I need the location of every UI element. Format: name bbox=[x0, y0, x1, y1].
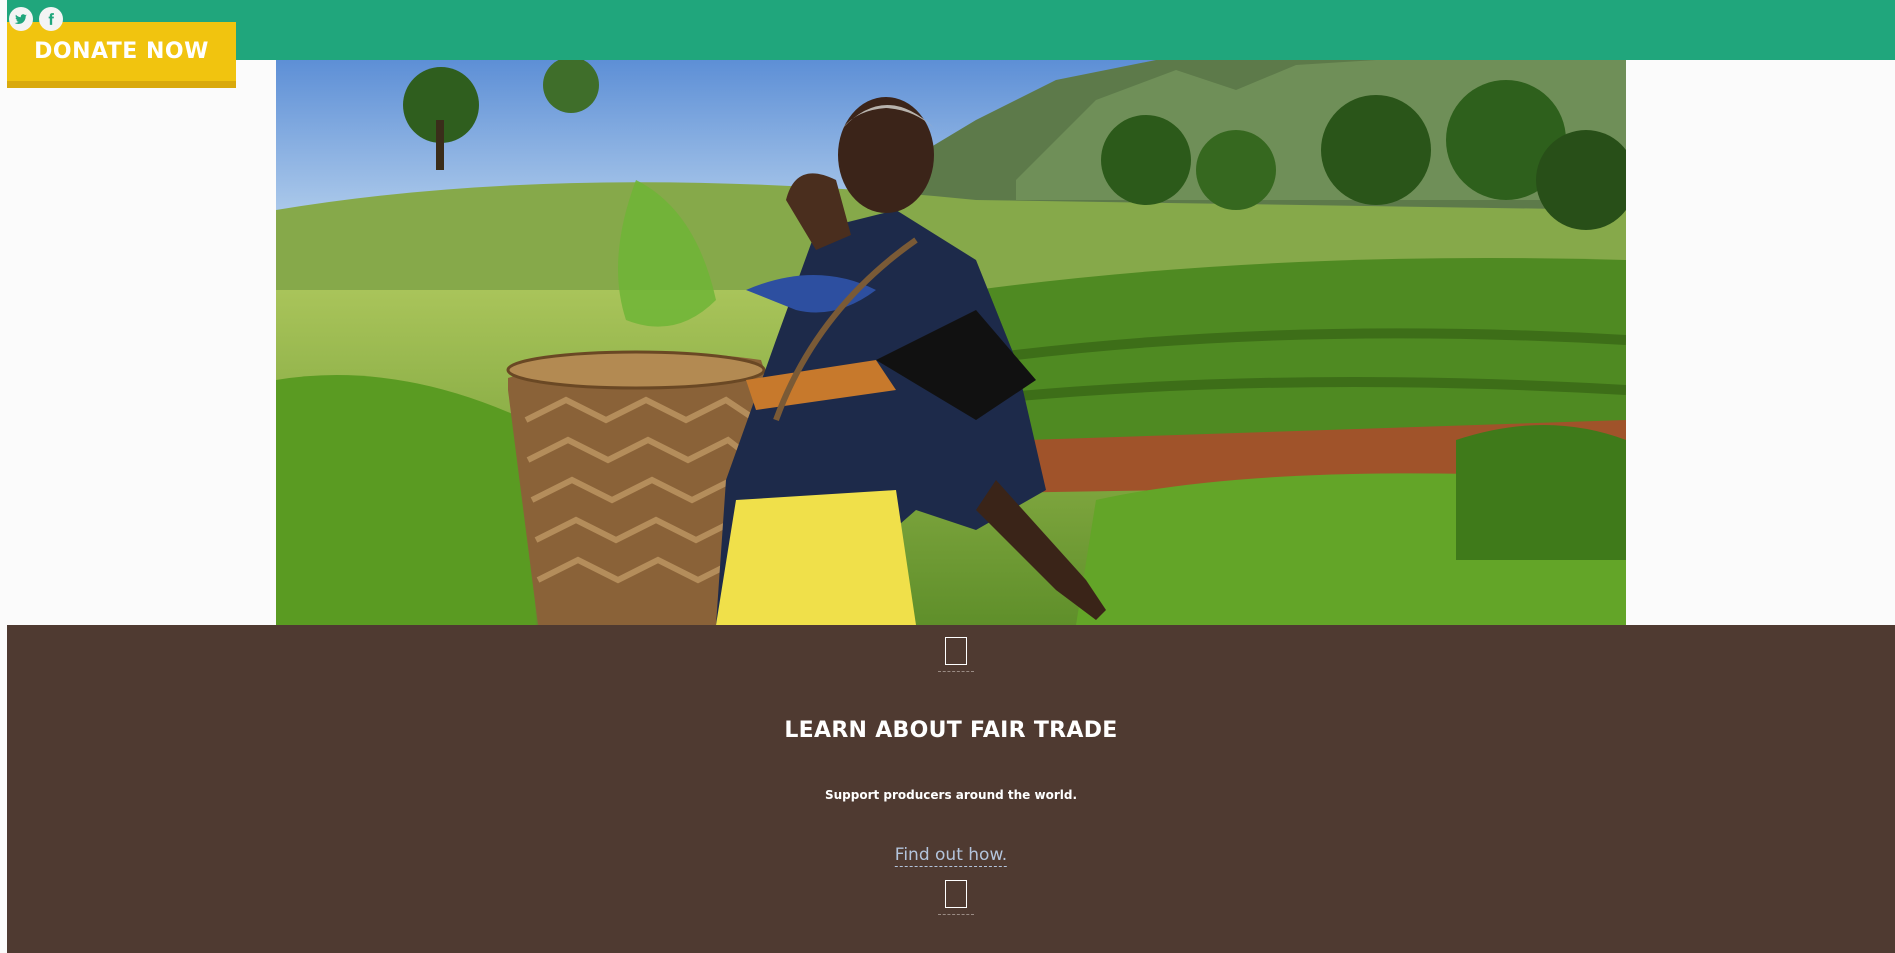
twitter-icon[interactable] bbox=[9, 7, 33, 31]
donate-now-button[interactable]: DONATE NOW bbox=[7, 22, 236, 88]
fair-trade-promo-section: LEARN ABOUT FAIR TRADE Support producers… bbox=[7, 625, 1895, 953]
social-links bbox=[9, 7, 63, 31]
facebook-icon[interactable] bbox=[39, 7, 63, 31]
promo-subtitle: Support producers around the world. bbox=[824, 788, 1078, 802]
image-placeholder-icon bbox=[938, 632, 974, 672]
image-placeholder-icon bbox=[938, 875, 974, 915]
promo-title: LEARN ABOUT FAIR TRADE bbox=[784, 718, 1118, 743]
tea-farmer-photo bbox=[276, 60, 1626, 625]
top-header-bar bbox=[7, 0, 1895, 60]
hero-image bbox=[276, 60, 1626, 625]
find-out-how-link[interactable]: Find out how. bbox=[894, 845, 1008, 867]
